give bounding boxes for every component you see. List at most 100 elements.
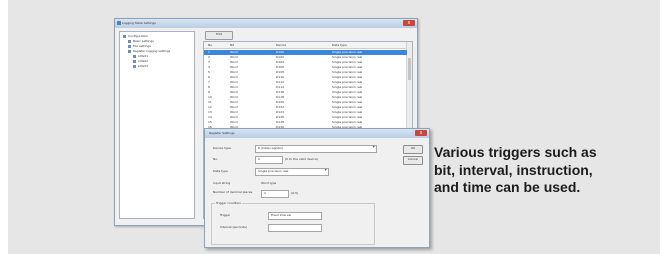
decimal-places-value: 2	[264, 191, 266, 195]
table-cell: 11	[208, 100, 212, 104]
input-string-value: Word type	[261, 181, 277, 185]
table-cell: 7	[208, 80, 210, 84]
folder-icon	[128, 39, 131, 43]
folder-icon	[133, 64, 136, 68]
caption-line-3: and time can be used.	[434, 179, 581, 195]
caption-text: Various triggers such as bit, interval, …	[434, 144, 664, 197]
table-cell: D108	[276, 70, 285, 74]
window-close-button[interactable]: x	[403, 20, 415, 26]
tree-node[interactable]: LOG01	[133, 54, 148, 58]
no-label: No.	[213, 157, 218, 161]
tree-node[interactable]: LOG02	[133, 59, 148, 63]
interval-input[interactable]	[268, 224, 322, 232]
table-cell: Single precision real	[332, 100, 363, 104]
decimal-places-input[interactable]: 2	[261, 190, 289, 198]
table-cell: Word	[230, 60, 238, 64]
dialog-titlebar[interactable]: Register Settings x	[205, 129, 429, 138]
table-cell: D126	[276, 115, 285, 119]
data-type-label: Data type	[213, 169, 228, 173]
table-cell: 8	[208, 85, 210, 89]
tree-node-label: File settings	[133, 44, 151, 48]
no-input[interactable]: 0	[255, 156, 283, 164]
edit-button[interactable]: Edit	[205, 31, 233, 40]
table-cell: D120	[276, 100, 285, 104]
table-cell: 6	[208, 75, 210, 79]
table-cell: Word	[230, 90, 238, 94]
table-cell: Single precision real	[332, 90, 363, 94]
tree-node-label: Register logging settings	[133, 49, 171, 53]
table-cell: Word	[230, 120, 238, 124]
table-cell: Word	[230, 80, 238, 84]
table-cell: Word	[230, 65, 238, 69]
tree-node[interactable]: File settings	[128, 44, 151, 48]
tree-node[interactable]: LOG03	[133, 64, 148, 68]
folder-icon	[128, 44, 131, 48]
tree-node-label: LOG02	[138, 59, 149, 63]
table-cell: Single precision real	[332, 60, 363, 64]
tree-node[interactable]: Configuration	[123, 34, 148, 38]
table-cell: Single precision real	[332, 65, 363, 69]
table-cell: Single precision real	[332, 110, 363, 114]
tree-node[interactable]: Basic settings	[128, 39, 154, 43]
settings-tree[interactable]: Configuration Basic settings File settings…	[119, 31, 195, 219]
trigger-label: Trigger	[220, 213, 231, 217]
table-cell: Word	[230, 50, 238, 54]
data-type-select[interactable]: Single precision real	[255, 168, 329, 176]
caption-line-2: bit, interval, instruction,	[434, 161, 593, 178]
table-cell: Word	[230, 105, 238, 109]
tree-node[interactable]: Register logging settings	[128, 49, 170, 53]
cancel-button[interactable]: Cancel	[403, 156, 423, 165]
table-cell: D116	[276, 90, 285, 94]
tree-node-label: Basic settings	[133, 39, 154, 43]
table-cell: Single precision real	[332, 80, 363, 84]
ok-button[interactable]: OK	[403, 145, 423, 154]
table-cell: Single precision real	[332, 70, 363, 74]
no-value: 0	[258, 157, 260, 161]
column-header-data-type[interactable]: Data type	[332, 43, 347, 47]
tree-node-label: LOG01	[138, 54, 149, 58]
table-cell: D102	[276, 55, 285, 59]
table-cell: Word	[230, 75, 238, 79]
table-cell: 14	[208, 115, 212, 119]
tree-node-label: Configuration	[128, 34, 149, 38]
table-cell: Word	[230, 85, 238, 89]
table-cell: Word	[230, 100, 238, 104]
device-type-select[interactable]: D (Data register)	[255, 145, 377, 153]
table-cell: 3	[208, 60, 210, 64]
table-cell: 2	[208, 55, 210, 59]
table-cell: Single precision real	[332, 120, 363, 124]
table-cell: D128	[276, 120, 285, 124]
table-cell: D112	[276, 80, 285, 84]
table-cell: Single precision real	[332, 55, 363, 59]
table-cell: Single precision real	[332, 75, 363, 79]
register-settings-dialog: Register Settings x Device type D (Data …	[204, 128, 430, 248]
list-header: No. Bit Device Data type	[204, 42, 407, 49]
table-cell: D114	[276, 85, 285, 89]
folder-icon	[133, 54, 136, 58]
column-header-no[interactable]: No.	[208, 43, 213, 47]
trigger-value: Fixed interval	[271, 213, 292, 217]
scroll-thumb[interactable]	[408, 58, 411, 80]
dialog-close-button[interactable]: x	[415, 130, 427, 136]
dialog-title: Register Settings	[209, 131, 235, 135]
interval-value	[269, 225, 271, 229]
table-cell: Single precision real	[332, 105, 363, 109]
folder-icon	[133, 59, 136, 63]
table-cell: Single precision real	[332, 85, 363, 89]
column-header-bit[interactable]: Bit	[230, 43, 234, 47]
column-header-device[interactable]: Device	[276, 43, 286, 47]
trigger-input[interactable]: Fixed interval	[268, 212, 322, 220]
table-cell: Single precision real	[332, 115, 363, 119]
table-cell: 4	[208, 65, 210, 69]
device-type-value: D (Data register)	[258, 146, 284, 150]
interval-label: Interval (seconds)	[220, 225, 248, 229]
folder-icon	[128, 49, 131, 53]
decimal-places-range: (0-5)	[291, 191, 299, 195]
table-cell: D100	[276, 50, 285, 54]
table-cell: Word	[230, 70, 238, 74]
window-titlebar[interactable]: Logging Table Settings x	[115, 19, 417, 28]
caption-line-1: Various triggers such as	[434, 144, 597, 160]
table-cell: Word	[230, 55, 238, 59]
table-cell: Single precision real	[332, 95, 363, 99]
table-cell: 1	[208, 50, 210, 54]
